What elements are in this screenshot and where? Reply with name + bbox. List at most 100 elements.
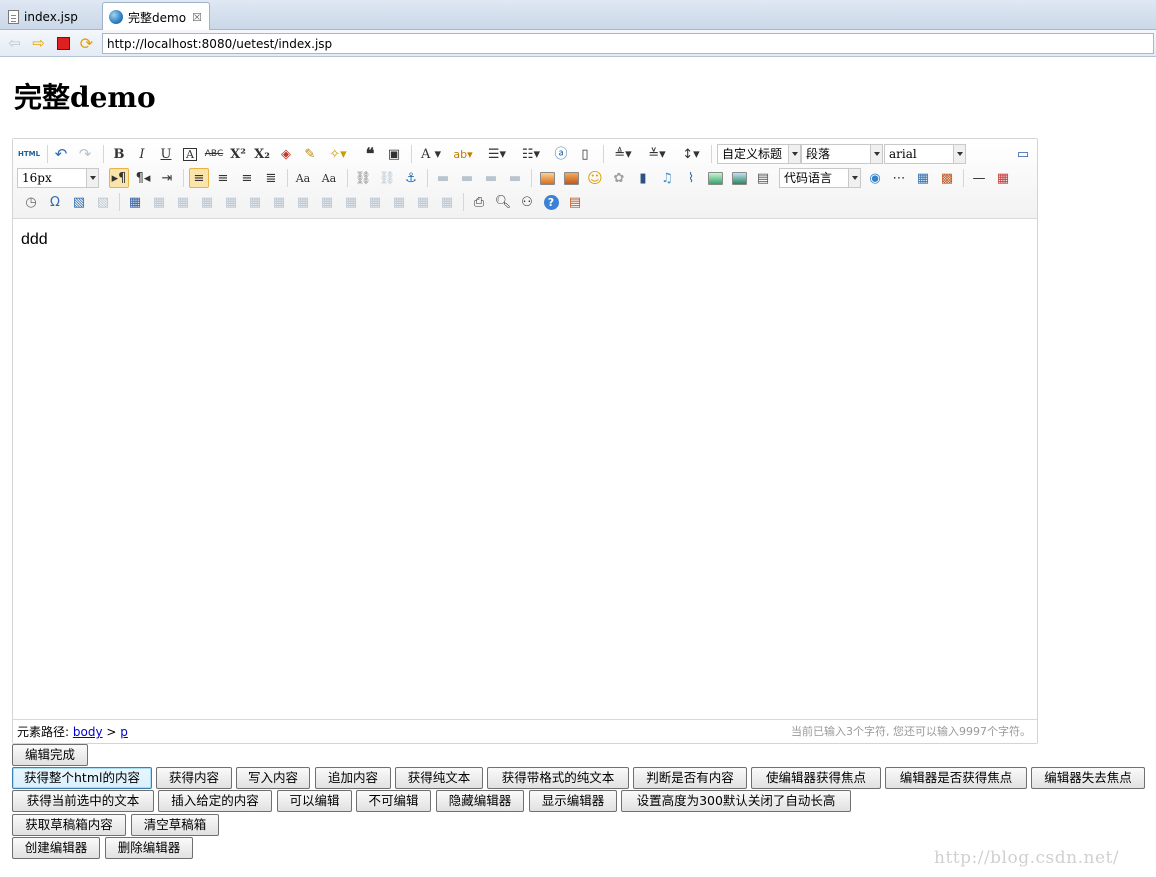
get-all-html-button[interactable]: 获得整个html的内容: [12, 767, 152, 789]
webapp-icon[interactable]: ◉: [865, 168, 885, 188]
image-right-icon[interactable]: ▬: [481, 168, 501, 188]
date-icon[interactable]: ▦: [993, 168, 1013, 188]
anchor-icon[interactable]: ⚓: [401, 168, 421, 188]
preview-icon[interactable]: 🔍︎: [493, 192, 513, 212]
delete-table-icon[interactable]: ▦: [149, 192, 169, 212]
close-tab-icon[interactable]: ☒: [192, 11, 202, 24]
set-content-button[interactable]: 写入内容: [236, 767, 310, 789]
insert-col-icon[interactable]: ▦: [245, 192, 265, 212]
remove-format-icon[interactable]: ◈: [276, 144, 296, 164]
is-focused-button[interactable]: 编辑器是否获得焦点: [885, 767, 1027, 789]
background-icon[interactable]: ▦: [913, 168, 933, 188]
music-icon[interactable]: ♫: [657, 168, 677, 188]
horizontal-rule-icon[interactable]: —: [969, 168, 989, 188]
attachment-icon[interactable]: ⌇: [681, 168, 701, 188]
redo-icon[interactable]: ↷: [75, 144, 95, 164]
hide-editor-button[interactable]: 隐藏编辑器: [436, 790, 524, 812]
underline-icon[interactable]: U: [156, 144, 176, 164]
drafts-icon[interactable]: ▤: [565, 192, 585, 212]
lowercase-icon[interactable]: Aa: [319, 168, 339, 188]
help-icon[interactable]: ?: [541, 192, 561, 212]
delete-row-icon[interactable]: ▦: [221, 192, 241, 212]
get-draft-button[interactable]: 获取草稿箱内容: [12, 814, 126, 836]
ordered-list-icon[interactable]: ☰▾: [483, 144, 511, 164]
stop-icon[interactable]: [55, 35, 72, 52]
split-to-cols-icon[interactable]: ▦: [413, 192, 433, 212]
url-input[interactable]: [102, 33, 1154, 54]
emotion-icon[interactable]: ☺: [585, 168, 605, 188]
clear-draft-button[interactable]: 清空草稿箱: [131, 814, 219, 836]
delete-editor-button[interactable]: 删除编辑器: [105, 837, 193, 859]
wordimage-icon[interactable]: ▧: [69, 192, 89, 212]
split-to-rows-icon[interactable]: ▦: [389, 192, 409, 212]
forward-arrow-icon[interactable]: ⇨: [30, 35, 47, 52]
insert-row-icon[interactable]: ▦: [197, 192, 217, 212]
align-left-icon[interactable]: ≡: [189, 168, 209, 188]
time-icon[interactable]: ◷: [21, 192, 41, 212]
align-right-icon[interactable]: ≡: [237, 168, 257, 188]
html-source-icon[interactable]: HTML: [17, 144, 41, 164]
show-editor-button[interactable]: 显示编辑器: [529, 790, 617, 812]
gmap-icon[interactable]: [729, 168, 749, 188]
paragraph-select[interactable]: 段落: [801, 144, 883, 164]
delete-col-icon[interactable]: ▦: [269, 192, 289, 212]
blockquote-icon[interactable]: ❝: [360, 144, 380, 164]
insert-image-icon[interactable]: [561, 168, 581, 188]
edit-done-button[interactable]: 编辑完成: [12, 744, 88, 766]
back-arrow-icon[interactable]: ⇦: [6, 35, 23, 52]
code-language-select[interactable]: 代码语言: [779, 168, 861, 188]
row-spacing-bottom-icon[interactable]: ≚▾: [643, 144, 671, 164]
paste-plain-icon[interactable]: ▣: [384, 144, 404, 164]
page-break-icon[interactable]: ⋯: [889, 168, 909, 188]
image-none-icon[interactable]: ▬: [433, 168, 453, 188]
get-formatted-text-button[interactable]: 获得带格式的纯文本: [487, 767, 629, 789]
unlink-icon[interactable]: ⛓: [377, 168, 397, 188]
clear-doc-icon[interactable]: ▯: [575, 144, 595, 164]
bold-icon[interactable]: B: [109, 144, 129, 164]
simple-upload-icon[interactable]: [537, 168, 557, 188]
append-content-button[interactable]: 追加内容: [315, 767, 391, 789]
scrawl-icon[interactable]: ✿: [609, 168, 629, 188]
image-left-icon[interactable]: ▬: [457, 168, 477, 188]
italic-icon[interactable]: I: [132, 144, 152, 164]
insert-frame-icon[interactable]: ▤: [753, 168, 773, 188]
get-content-button[interactable]: 获得内容: [156, 767, 232, 789]
template-icon[interactable]: ▩: [937, 168, 957, 188]
direction-rtl-icon[interactable]: ¶◂: [133, 168, 153, 188]
refresh-icon[interactable]: ⟳: [78, 35, 95, 52]
font-border-icon[interactable]: A: [180, 144, 200, 164]
create-editor-button[interactable]: 创建编辑器: [12, 837, 100, 859]
font-family-select[interactable]: arial: [884, 144, 966, 164]
snapscreen-icon[interactable]: ▧: [93, 192, 113, 212]
split-to-cells-icon[interactable]: ▦: [365, 192, 385, 212]
element-path-body-link[interactable]: body: [73, 725, 103, 739]
row-spacing-top-icon[interactable]: ≜▾: [609, 144, 637, 164]
merge-right-icon[interactable]: ▦: [317, 192, 337, 212]
merge-cells-icon[interactable]: ▦: [293, 192, 313, 212]
enable-editing-button[interactable]: 可以编辑: [277, 790, 352, 812]
has-content-button[interactable]: 判断是否有内容: [633, 767, 747, 789]
indent-icon[interactable]: ⇥: [157, 168, 177, 188]
insert-table-icon[interactable]: ▦: [125, 192, 145, 212]
tab-index-jsp[interactable]: index.jsp: [2, 3, 102, 30]
font-size-select[interactable]: 16px: [17, 168, 99, 188]
map-icon[interactable]: [705, 168, 725, 188]
superscript-icon[interactable]: X²: [228, 144, 248, 164]
align-center-icon[interactable]: ≡: [213, 168, 233, 188]
disable-editing-button[interactable]: 不可编辑: [356, 790, 431, 812]
editor-content[interactable]: ddd: [21, 231, 48, 249]
undo-icon[interactable]: ↶: [51, 144, 71, 164]
justify-icon[interactable]: ≣: [261, 168, 281, 188]
image-center-icon[interactable]: ▬: [505, 168, 525, 188]
heading-style-select[interactable]: 自定义标题: [717, 144, 801, 164]
insert-content-button[interactable]: 插入给定的内容: [158, 790, 272, 812]
print-icon[interactable]: ⎙: [469, 192, 489, 212]
merge-down-icon[interactable]: ▦: [341, 192, 361, 212]
fullscreen-icon[interactable]: ▭: [1013, 144, 1033, 164]
insert-video-icon[interactable]: ▮: [633, 168, 653, 188]
special-chars-icon[interactable]: Ω: [45, 192, 65, 212]
link-icon[interactable]: ⛓: [353, 168, 373, 188]
uppercase-icon[interactable]: Aa: [293, 168, 313, 188]
font-color-icon[interactable]: A ▾: [417, 144, 445, 164]
tab-demo[interactable]: 完整demo ☒: [102, 2, 210, 31]
